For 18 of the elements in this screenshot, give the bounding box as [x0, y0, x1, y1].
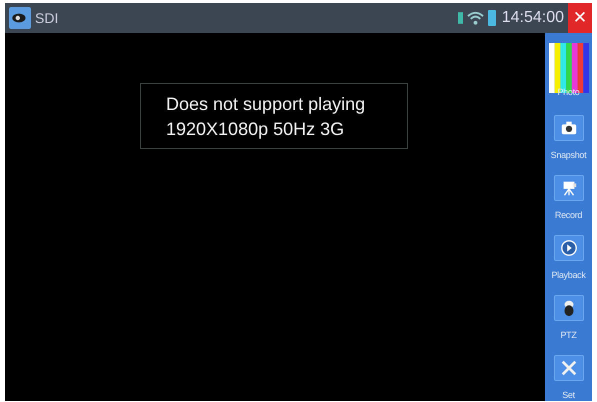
- sidebar-button[interactable]: [554, 115, 584, 141]
- message-text: Does not support playing: [166, 93, 366, 116]
- sidebar-label: PTZ: [560, 330, 577, 341]
- play-icon: [560, 239, 578, 257]
- sidebar-label: Photo: [557, 87, 580, 98]
- battery-icon: [488, 10, 496, 26]
- sidebar-button[interactable]: [554, 295, 584, 321]
- wifi-icon: [466, 11, 484, 25]
- message-text: 1920X1080p 50Hz 3G: [166, 118, 346, 141]
- close-button[interactable]: ✕: [568, 3, 592, 33]
- sidebar-label: Snapshot: [550, 150, 586, 161]
- window-title: SDI: [35, 10, 58, 26]
- sidebar-label: Playback: [551, 270, 586, 281]
- sidebar-label: Record: [554, 210, 582, 221]
- sidebar-label: Set: [562, 390, 575, 401]
- signal-icon: [458, 11, 463, 25]
- clock-time: 14:54:00: [502, 9, 564, 27]
- sidebar-button[interactable]: [554, 235, 584, 261]
